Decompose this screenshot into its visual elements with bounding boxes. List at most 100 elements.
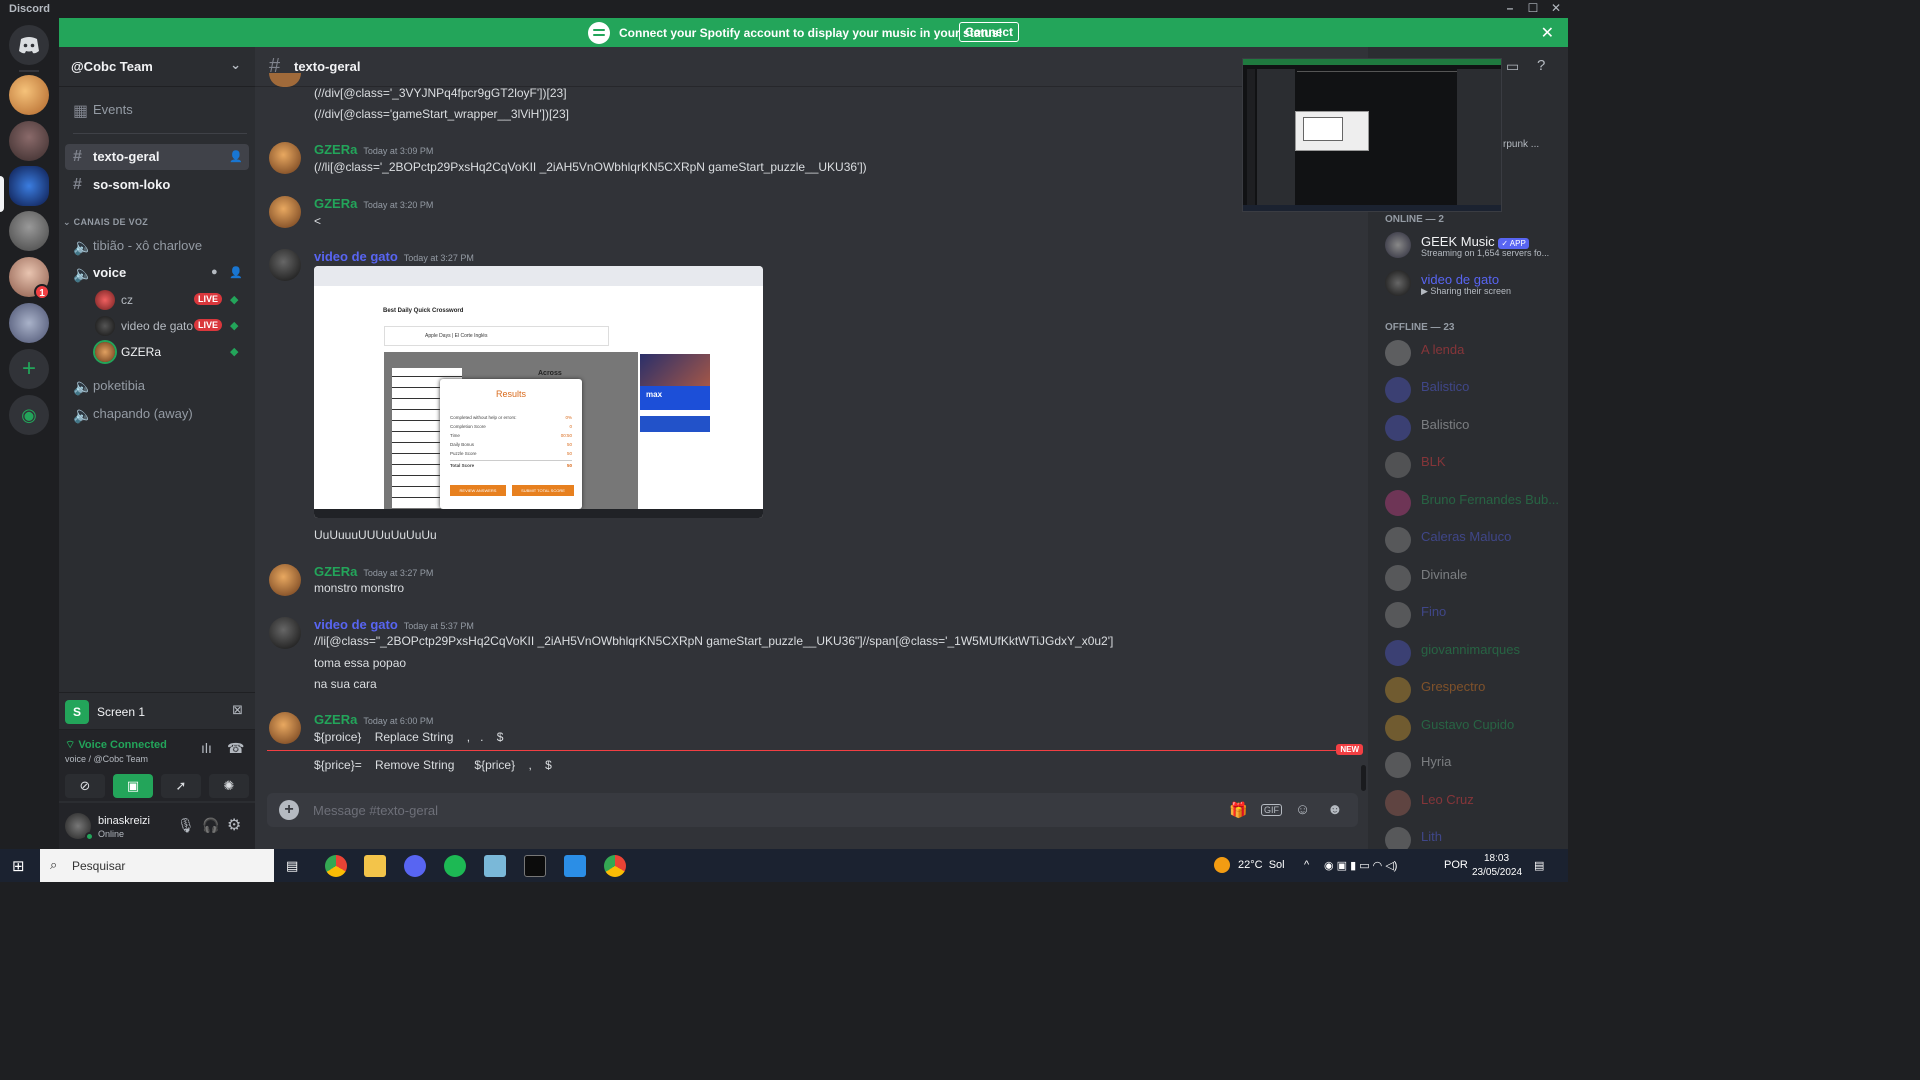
avatar — [1385, 640, 1411, 666]
avatar[interactable] — [269, 712, 301, 744]
channel-texto-geral[interactable]: # texto-geral 👤 — [65, 144, 249, 170]
member-item[interactable]: Divinale — [1385, 563, 1565, 595]
member-item[interactable]: video de gato ▶ Sharing their screen — [1385, 268, 1565, 300]
window-titlebar: Discord – ☐ ✕ — [0, 0, 1568, 18]
voice-channel-chapando[interactable]: 🔈 chapando (away) — [65, 401, 249, 427]
connect-button[interactable]: Connect — [959, 22, 1019, 42]
message-author[interactable]: GZERa Today at 6:00 PM — [314, 712, 433, 727]
spotify-taskbar-icon[interactable] — [444, 855, 466, 877]
discord-taskbar-icon[interactable] — [404, 855, 426, 877]
vscode-icon[interactable] — [564, 855, 586, 877]
add-member-icon[interactable]: 👤 — [229, 266, 243, 279]
sticker-icon[interactable]: ☺ — [1295, 801, 1310, 818]
member-item[interactable]: Hyria — [1385, 750, 1565, 782]
stop-stream-icon[interactable]: ⊠ — [232, 702, 243, 718]
events-item[interactable]: ▦ Events — [65, 97, 249, 123]
add-attachment-icon[interactable]: + — [279, 800, 299, 820]
voice-channel-tibiao[interactable]: 🔈 tibião - xô charlove — [65, 233, 249, 259]
voice-category[interactable]: ⌄ CANAIS DE VOZ — [63, 217, 148, 228]
gift-icon[interactable]: 🎁 — [1229, 801, 1248, 819]
noise-suppression-icon[interactable]: ılı — [201, 740, 212, 756]
message-author[interactable]: GZERa Today at 3:27 PM — [314, 564, 433, 579]
member-item[interactable]: Grespectro — [1385, 675, 1565, 707]
message-author[interactable]: video de gato Today at 3:27 PM — [314, 249, 474, 264]
gear-icon[interactable]: ⚙ — [227, 815, 241, 835]
server-icon[interactable] — [9, 121, 49, 161]
windows-start-icon[interactable]: ⊞ — [12, 857, 25, 875]
chrome-icon[interactable] — [604, 855, 626, 877]
member-item[interactable]: Leo Cruz — [1385, 788, 1565, 820]
member-item[interactable]: BLK — [1385, 450, 1565, 482]
avatar[interactable] — [269, 564, 301, 596]
weather-text[interactable]: 22°C Sol — [1238, 859, 1285, 871]
member-item[interactable]: Balistico — [1385, 375, 1565, 407]
message-author[interactable]: GZERa Today at 3:09 PM — [314, 142, 433, 157]
offline-header: OFFLINE — 23 — [1385, 322, 1455, 333]
member-item[interactable]: Balistico — [1385, 413, 1565, 445]
message-author[interactable]: GZERa Today at 3:20 PM — [314, 196, 433, 211]
voice-user-video-de-gato[interactable]: video de gato LIVE ◆ — [95, 315, 245, 337]
add-member-icon[interactable]: 👤 — [229, 150, 243, 163]
server-icon[interactable] — [9, 75, 49, 115]
taskbar-search[interactable]: ⌕ Pesquisar — [40, 849, 274, 882]
member-item[interactable]: Gustavo Cupido — [1385, 713, 1565, 745]
terminal-icon[interactable] — [524, 855, 546, 877]
row-label: Completion Score — [450, 424, 486, 429]
soundboard-button[interactable]: ✺ — [209, 774, 249, 798]
voice-channel-poketibia[interactable]: 🔈 poketibia — [65, 373, 249, 399]
avatar[interactable] — [269, 142, 301, 174]
gif-icon[interactable]: GIF — [1261, 804, 1282, 816]
notifications-icon[interactable]: ▤ — [1534, 859, 1544, 872]
activity-button[interactable]: ➚ — [161, 774, 201, 798]
avatar[interactable] — [269, 617, 301, 649]
member-activity: Streaming on 1,654 servers fo... — [1421, 248, 1550, 258]
help-icon[interactable]: ? — [1537, 57, 1545, 74]
voice-user-gzera[interactable]: GZERa ◆ — [95, 341, 245, 363]
maximize-icon[interactable]: ☐ — [1523, 1, 1543, 15]
server-icon[interactable] — [9, 211, 49, 251]
message-author[interactable]: video de gato Today at 5:37 PM — [314, 617, 474, 632]
chrome-icon[interactable] — [325, 855, 347, 877]
member-item[interactable]: Bruno Fernandes Bub... — [1385, 488, 1565, 520]
scrollbar[interactable] — [1361, 765, 1366, 791]
avatar[interactable] — [269, 196, 301, 228]
image-attachment[interactable]: Best Daily Quick Crossword Apple Days | … — [314, 266, 763, 518]
member-item[interactable]: Caleras Maluco — [1385, 525, 1565, 557]
file-explorer-icon[interactable] — [364, 855, 386, 877]
member-item[interactable]: Fino — [1385, 600, 1565, 632]
headphones-icon[interactable]: 🎧 — [202, 817, 219, 834]
inbox-icon[interactable]: ▭ — [1506, 58, 1519, 75]
server-icon[interactable] — [9, 303, 49, 343]
add-server-icon[interactable]: + — [9, 349, 49, 389]
voice-user-cz[interactable]: cz LIVE ◆ — [95, 289, 245, 311]
member-item[interactable]: A lenda — [1385, 338, 1565, 370]
chat-icon[interactable]: ● — [211, 266, 218, 278]
message-input[interactable]: Message #texto-geral — [313, 803, 438, 818]
channel-so-som-loko[interactable]: # so-som-loko — [65, 172, 249, 198]
close-banner-icon[interactable]: ✕ — [1541, 23, 1554, 43]
home-button[interactable] — [9, 25, 49, 65]
stream-preview[interactable] — [1242, 58, 1502, 212]
discover-icon[interactable]: ◉ — [9, 395, 49, 435]
clock-date[interactable]: 23/05/2024 — [1472, 867, 1522, 878]
minimize-icon[interactable]: – — [1500, 1, 1520, 15]
language-indicator[interactable]: POR — [1444, 859, 1468, 871]
camera-button[interactable]: ⊘ — [65, 774, 105, 798]
disconnect-icon[interactable]: ☎ — [227, 740, 244, 757]
tray-chevron-icon[interactable]: ^ — [1304, 859, 1309, 871]
screen-share-button[interactable]: ▣ — [113, 774, 153, 798]
member-item[interactable]: GEEK Music ✓ APP Streaming on 1,654 serv… — [1385, 230, 1565, 262]
microphone-icon[interactable]: 🎙 — [177, 817, 195, 834]
server-header[interactable]: @Cobc Team ⌄ — [59, 47, 255, 87]
notepad-icon[interactable] — [484, 855, 506, 877]
clock-time[interactable]: 18:03 — [1484, 853, 1509, 864]
tray-icons[interactable]: ◉ ▣ ▮ ▭ ◠ ◁) — [1324, 859, 1397, 872]
voice-subtitle[interactable]: voice / @Cobc Team — [65, 754, 148, 764]
voice-channel-voice[interactable]: 🔈 voice ● 👤 — [65, 260, 249, 286]
avatar[interactable] — [269, 249, 301, 281]
server-icon-selected[interactable] — [9, 166, 49, 206]
member-item[interactable]: giovannimarques — [1385, 638, 1565, 670]
close-window-icon[interactable]: ✕ — [1546, 1, 1566, 15]
emoji-icon[interactable]: ☻ — [1327, 801, 1343, 818]
task-view-icon[interactable]: ▤ — [286, 858, 298, 874]
